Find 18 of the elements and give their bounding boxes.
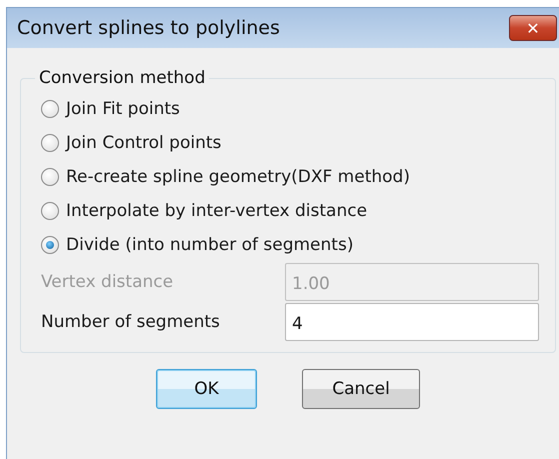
cancel-button[interactable]: Cancel [302, 369, 420, 409]
close-button[interactable]: ✕ [509, 15, 557, 41]
field-label: Vertex distance [41, 272, 174, 292]
radio-button[interactable] [41, 100, 59, 118]
radio-label[interactable]: Re-create spline geometry(DXF method) [66, 167, 410, 187]
window-title: Convert splines to polylines [17, 17, 280, 39]
radio-label[interactable]: Join Fit points [66, 99, 180, 119]
radio-button[interactable] [41, 202, 59, 220]
ok-button[interactable]: OK [156, 369, 257, 409]
radio-label[interactable]: Join Control points [66, 133, 222, 153]
radio-label[interactable]: Divide (into number of segments) [66, 235, 354, 255]
radio-label[interactable]: Interpolate by inter-vertex distance [66, 201, 368, 221]
group-title: Conversion method [38, 68, 206, 88]
field-label: Number of segments [41, 312, 220, 332]
radio-button[interactable] [41, 236, 59, 254]
input-field[interactable]: 4 [285, 303, 539, 341]
radio-button[interactable] [41, 134, 59, 152]
radio-button[interactable] [41, 168, 59, 186]
